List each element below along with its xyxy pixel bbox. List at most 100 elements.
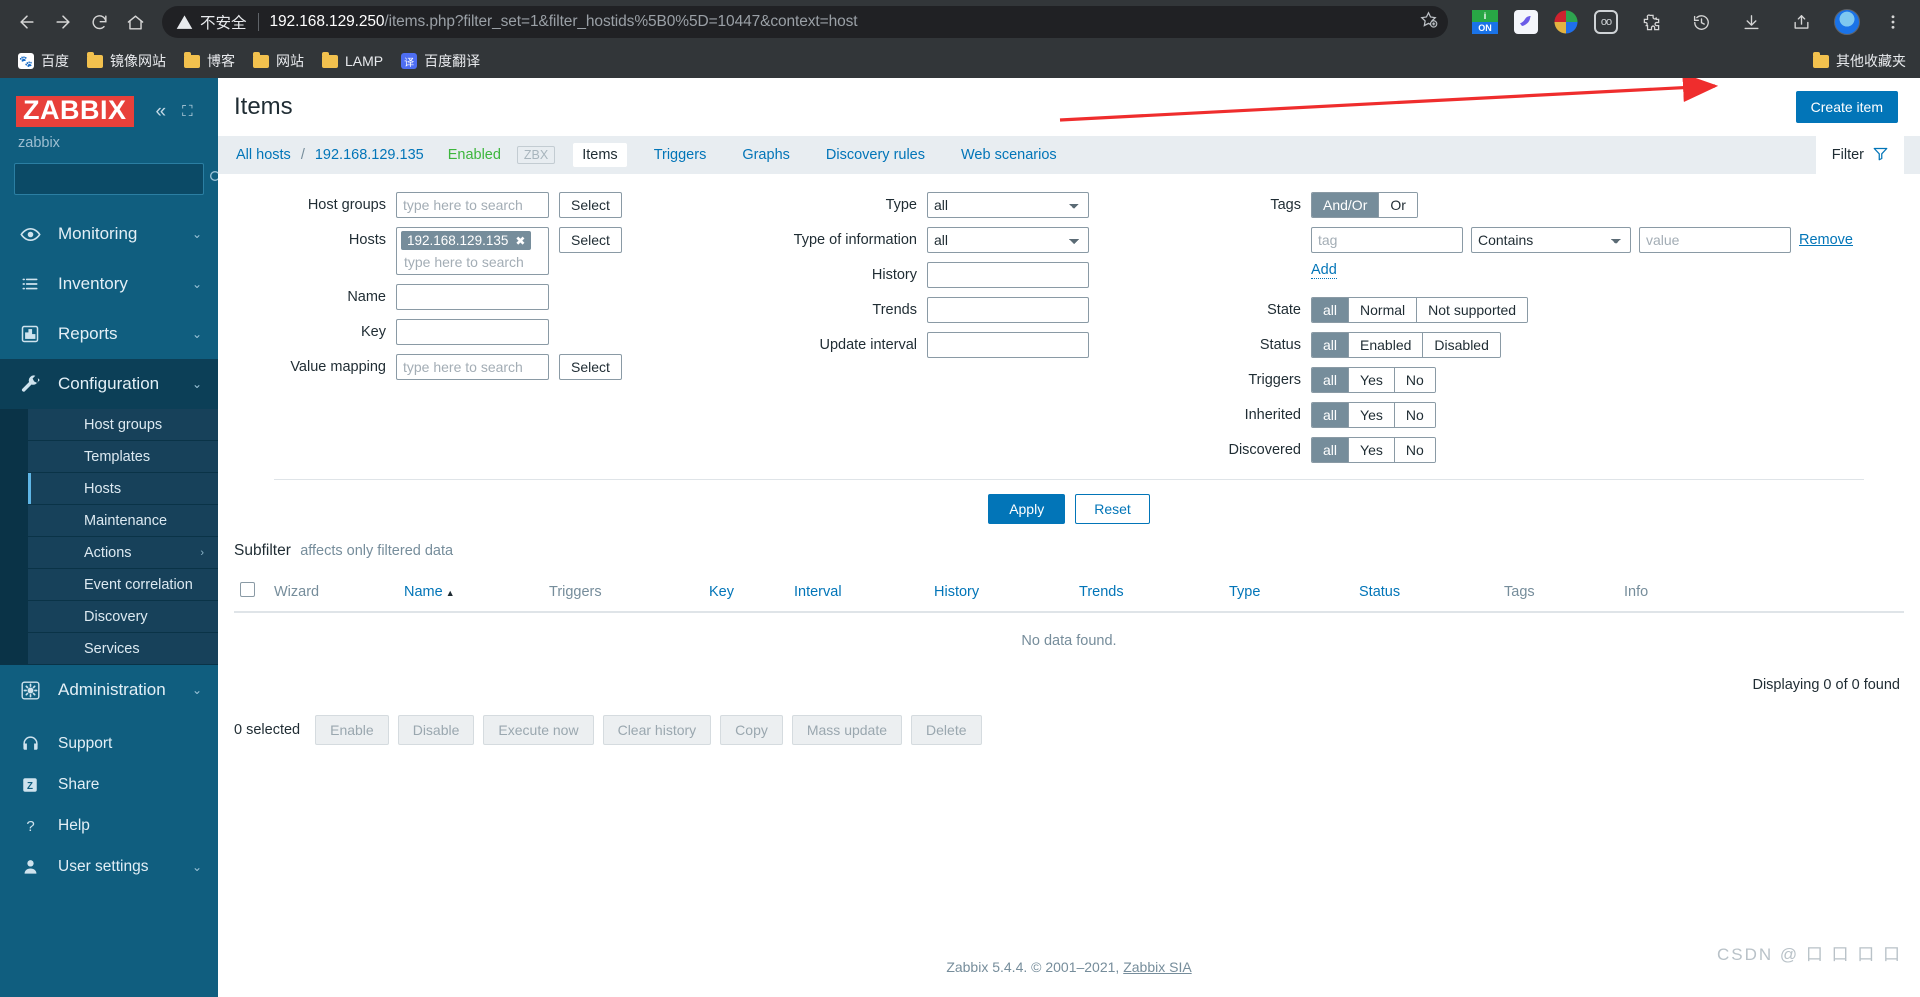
sidebar-item-share[interactable]: Z Share xyxy=(0,764,218,805)
reset-button[interactable]: Reset xyxy=(1075,494,1150,524)
bookmark-item[interactable]: 🐾 百度 xyxy=(10,47,77,75)
omnibox[interactable]: 不安全 192.168.129.250/items.php?filter_set… xyxy=(162,6,1448,38)
key-input[interactable] xyxy=(396,319,549,345)
discovered-option-yes[interactable]: Yes xyxy=(1349,438,1395,462)
sidebar-item-services[interactable]: Services xyxy=(28,633,218,665)
state-option-normal[interactable]: Normal xyxy=(1349,298,1418,322)
host-status-enabled[interactable]: Enabled xyxy=(448,147,501,163)
forward-arrow-icon[interactable] xyxy=(46,5,80,39)
bird-icon[interactable] xyxy=(1514,10,1538,34)
sidebar-item-user-settings[interactable]: User settings ⌄ xyxy=(0,846,218,887)
tag-add-link[interactable]: Add xyxy=(1311,262,1337,279)
breadcrumb-host[interactable]: 192.168.129.135 xyxy=(313,144,426,166)
tab-items[interactable]: Items xyxy=(573,143,627,167)
history-icon[interactable] xyxy=(1684,5,1718,39)
trends-input[interactable] xyxy=(927,297,1089,323)
column-key[interactable]: Key xyxy=(703,572,788,613)
bookmark-star-icon[interactable] xyxy=(1419,10,1442,34)
column-status[interactable]: Status xyxy=(1353,572,1498,613)
inherited-toggle[interactable]: all Yes No xyxy=(1311,402,1436,428)
disable-button[interactable]: Disable xyxy=(397,715,475,745)
sidebar-item-actions[interactable]: Actions › xyxy=(28,537,218,569)
chevron-down-icon[interactable]: ⌄ xyxy=(192,327,202,341)
inherited-option-yes[interactable]: Yes xyxy=(1349,403,1395,427)
hosts-multiselect[interactable]: 192.168.129.135 ✖ type here to search xyxy=(396,227,549,275)
status-option-all[interactable]: all xyxy=(1312,333,1350,357)
value-mapping-select-button[interactable]: Select xyxy=(559,354,622,380)
type-of-information-select[interactable]: all xyxy=(927,227,1089,253)
create-item-button[interactable]: Create item xyxy=(1795,91,1898,123)
bookmark-item[interactable]: 博客 xyxy=(176,47,243,75)
history-input[interactable] xyxy=(927,262,1089,288)
collapse-sidebar-icon[interactable]: « xyxy=(156,102,167,121)
status-toggle[interactable]: all Enabled Disabled xyxy=(1311,332,1501,358)
reload-icon[interactable] xyxy=(82,5,116,39)
sidebar-item-discovery[interactable]: Discovery xyxy=(28,601,218,633)
home-icon[interactable] xyxy=(118,5,152,39)
tag-operator-select[interactable]: Contains xyxy=(1471,227,1631,253)
host-groups-select-button[interactable]: Select xyxy=(559,192,622,218)
footer-link[interactable]: Zabbix SIA xyxy=(1123,959,1191,975)
tags-mode-andor[interactable]: And/Or xyxy=(1312,193,1380,217)
tab-graphs[interactable]: Graphs xyxy=(733,143,799,167)
column-name[interactable]: Name ▲ xyxy=(398,572,543,613)
avatar[interactable] xyxy=(1834,9,1860,35)
bookmark-item[interactable]: 镜像网站 xyxy=(79,47,174,75)
download-icon[interactable] xyxy=(1734,5,1768,39)
tag-value-input[interactable] xyxy=(1639,227,1791,253)
puzzle-icon[interactable] xyxy=(1634,5,1668,39)
expand-sidebar-icon[interactable]: ⛶ xyxy=(182,103,193,120)
update-interval-input[interactable] xyxy=(927,332,1089,358)
chevron-down-icon[interactable]: ⌄ xyxy=(192,683,202,697)
sidebar-item-support[interactable]: Support xyxy=(0,723,218,764)
tab-web-scenarios[interactable]: Web scenarios xyxy=(952,143,1066,167)
apply-button[interactable]: Apply xyxy=(988,494,1066,524)
sidebar-search[interactable] xyxy=(14,163,223,195)
tag-name-input[interactable] xyxy=(1311,227,1463,253)
column-type[interactable]: Type xyxy=(1223,572,1353,613)
discovered-toggle[interactable]: all Yes No xyxy=(1311,437,1436,463)
triggers-toggle[interactable]: all Yes No xyxy=(1311,367,1436,393)
chevron-down-icon[interactable]: ⌄ xyxy=(192,227,202,241)
sidebar-item-configuration[interactable]: Configuration ⌄ xyxy=(0,359,218,409)
sidebar-item-administration[interactable]: Administration ⌄ xyxy=(0,665,218,715)
status-option-enabled[interactable]: Enabled xyxy=(1349,333,1424,357)
column-history[interactable]: History xyxy=(928,572,1073,613)
value-mapping-input[interactable] xyxy=(396,354,549,380)
share-icon[interactable] xyxy=(1784,5,1818,39)
execute-now-button[interactable]: Execute now xyxy=(483,715,594,745)
column-interval[interactable]: Interval xyxy=(788,572,928,613)
inherited-option-no[interactable]: No xyxy=(1394,403,1435,427)
tag-remove-link[interactable]: Remove xyxy=(1799,232,1853,248)
url-text[interactable]: 192.168.129.250/items.php?filter_set=1&f… xyxy=(270,13,1419,31)
chevron-down-icon[interactable]: ⌄ xyxy=(192,377,202,391)
enable-button[interactable]: Enable xyxy=(315,715,389,745)
breadcrumb-all-hosts[interactable]: All hosts xyxy=(234,144,293,166)
state-option-not-supported[interactable]: Not supported xyxy=(1417,298,1528,322)
bookmark-item[interactable]: LAMP xyxy=(314,49,391,73)
delete-button[interactable]: Delete xyxy=(911,715,982,745)
select-all-checkbox[interactable] xyxy=(240,582,255,597)
bookmark-item[interactable]: 网站 xyxy=(245,47,312,75)
clear-history-button[interactable]: Clear history xyxy=(602,715,712,745)
triggers-option-all[interactable]: all xyxy=(1312,368,1350,392)
name-input[interactable] xyxy=(396,284,549,310)
sidebar-item-monitoring[interactable]: Monitoring ⌄ xyxy=(0,209,218,259)
state-option-all[interactable]: all xyxy=(1312,298,1350,322)
back-arrow-icon[interactable] xyxy=(10,5,44,39)
discovered-option-no[interactable]: No xyxy=(1394,438,1435,462)
sidebar-item-reports[interactable]: Reports ⌄ xyxy=(0,309,218,359)
column-trends[interactable]: Trends xyxy=(1073,572,1223,613)
copy-button[interactable]: Copy xyxy=(720,715,783,745)
other-bookmarks-folder[interactable]: 其他收藏夹 xyxy=(1805,47,1910,75)
tags-mode-or[interactable]: Or xyxy=(1379,193,1417,217)
on-badge-icon[interactable]: i ON xyxy=(1472,10,1498,34)
sidebar-item-inventory[interactable]: Inventory ⌄ xyxy=(0,259,218,309)
triggers-option-yes[interactable]: Yes xyxy=(1349,368,1395,392)
idm-icon[interactable] xyxy=(1554,10,1578,34)
sidebar-item-host-groups[interactable]: Host groups xyxy=(28,409,218,441)
status-option-disabled[interactable]: Disabled xyxy=(1423,333,1500,357)
bookmark-item[interactable]: 译 百度翻译 xyxy=(393,47,488,75)
sidebar-item-maintenance[interactable]: Maintenance xyxy=(28,505,218,537)
host-groups-input[interactable] xyxy=(396,192,549,218)
